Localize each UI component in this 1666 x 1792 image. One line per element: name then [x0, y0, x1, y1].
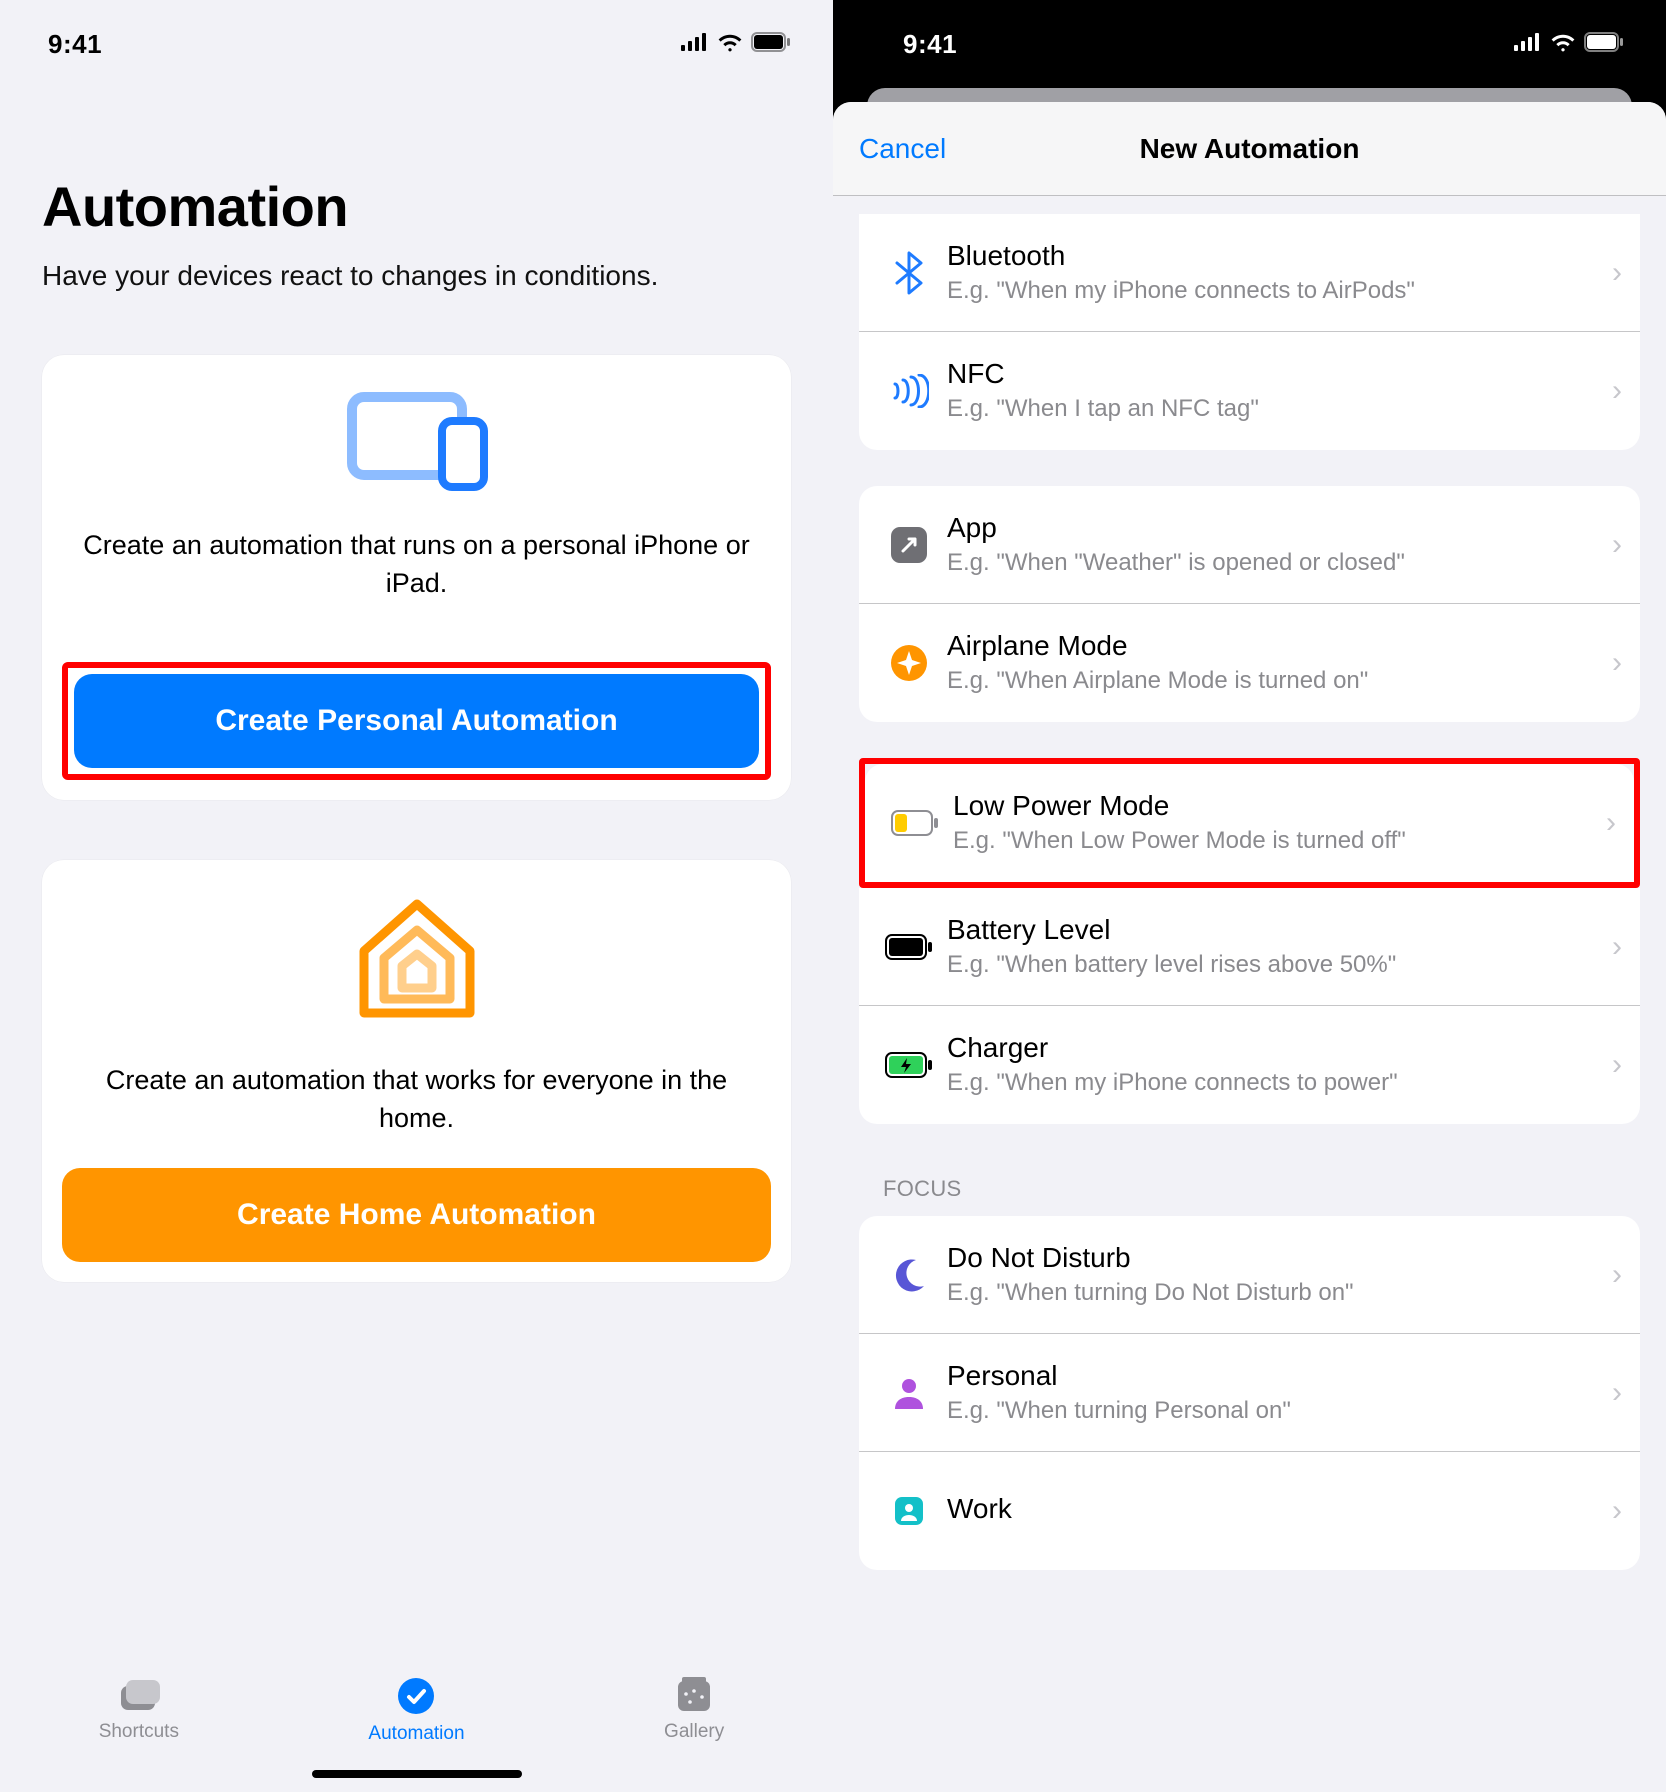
trigger-group-power-rest: Battery Level E.g. "When battery level ri…	[859, 888, 1640, 1124]
tab-automation[interactable]: Automation	[316, 1675, 516, 1745]
home-indicator	[312, 1770, 522, 1778]
page-title: Automation	[42, 174, 791, 239]
trigger-charger[interactable]: Charger E.g. "When my iPhone connects to …	[859, 1006, 1640, 1124]
trigger-work-focus[interactable]: Work ›	[859, 1452, 1640, 1570]
row-desc: E.g. "When Low Power Mode is turned off"	[953, 826, 1606, 856]
wifi-icon	[717, 32, 743, 57]
status-bar: 9:41	[833, 0, 1666, 88]
tab-gallery-label: Gallery	[664, 1721, 724, 1743]
chevron-right-icon: ›	[1606, 806, 1616, 840]
create-personal-automation-button[interactable]: Create Personal Automation	[74, 674, 759, 768]
trigger-group-power-top: Low Power Mode E.g. "When Low Power Mode …	[865, 764, 1634, 882]
cellular-icon	[681, 33, 709, 56]
home-icon	[62, 896, 771, 1026]
page-subtitle: Have your devices react to changes in co…	[42, 257, 791, 295]
chevron-right-icon: ›	[1612, 1258, 1622, 1292]
status-time: 9:41	[903, 29, 957, 60]
row-title: Bluetooth	[947, 240, 1612, 272]
app-icon	[879, 525, 939, 565]
trigger-app[interactable]: App E.g. "When "Weather" is opened or clo…	[859, 486, 1640, 604]
automation-icon	[395, 1675, 437, 1717]
row-desc: E.g. "When turning Personal on"	[947, 1396, 1612, 1426]
trigger-nfc[interactable]: NFC E.g. "When I tap an NFC tag" ›	[859, 332, 1640, 450]
highlight-personal: Create Personal Automation	[62, 662, 771, 780]
chevron-right-icon: ›	[1612, 930, 1622, 964]
row-title: NFC	[947, 358, 1612, 390]
moon-icon	[879, 1256, 939, 1294]
chevron-right-icon: ›	[1612, 646, 1622, 680]
section-header-focus: FOCUS	[883, 1176, 1640, 1202]
chevron-right-icon: ›	[1612, 1494, 1622, 1528]
modal-sheet: Cancel New Automation Bluetooth E.g. "Whe…	[833, 102, 1666, 1792]
row-title: Airplane Mode	[947, 630, 1612, 662]
sheet-header: Cancel New Automation	[833, 102, 1666, 196]
trigger-battery-level[interactable]: Battery Level E.g. "When battery level ri…	[859, 888, 1640, 1006]
row-title: Personal	[947, 1360, 1612, 1392]
tab-gallery[interactable]: Gallery	[594, 1675, 794, 1743]
sheet-title: New Automation	[1140, 133, 1360, 165]
battery-icon	[751, 32, 791, 57]
row-desc: E.g. "When "Weather" is opened or closed…	[947, 548, 1612, 578]
charger-icon	[879, 1052, 939, 1078]
chevron-right-icon: ›	[1612, 1376, 1622, 1410]
row-title: Do Not Disturb	[947, 1242, 1612, 1274]
tab-automation-label: Automation	[368, 1723, 464, 1745]
tab-shortcuts-label: Shortcuts	[99, 1721, 179, 1743]
row-desc: E.g. "When my iPhone connects to power"	[947, 1068, 1612, 1098]
nfc-icon	[879, 374, 939, 408]
trigger-do-not-disturb[interactable]: Do Not Disturb E.g. "When turning Do Not …	[859, 1216, 1640, 1334]
status-bar: 9:41	[0, 0, 833, 88]
chevron-right-icon: ›	[1612, 256, 1622, 290]
chevron-right-icon: ›	[1612, 528, 1622, 562]
cancel-button[interactable]: Cancel	[859, 133, 946, 165]
left-screen: 9:41 Automation Have your devices react …	[0, 0, 833, 1792]
trigger-low-power-mode[interactable]: Low Power Mode E.g. "When Low Power Mode …	[865, 764, 1634, 882]
trigger-airplane-mode[interactable]: Airplane Mode E.g. "When Airplane Mode is…	[859, 604, 1640, 722]
row-desc: E.g. "When I tap an NFC tag"	[947, 394, 1612, 424]
status-time: 9:41	[48, 29, 102, 60]
row-desc: E.g. "When battery level rises above 50%…	[947, 950, 1612, 980]
trigger-bluetooth[interactable]: Bluetooth E.g. "When my iPhone connects t…	[859, 214, 1640, 332]
row-title: Low Power Mode	[953, 790, 1606, 822]
row-title: Work	[947, 1493, 1612, 1525]
row-desc: E.g. "When turning Do Not Disturb on"	[947, 1278, 1612, 1308]
battery-level-icon	[879, 934, 939, 960]
trigger-personal-focus[interactable]: PersonalE.g. "When turning Personal on" …	[859, 1334, 1640, 1452]
row-title: Charger	[947, 1032, 1612, 1064]
row-title: App	[947, 512, 1612, 544]
person-icon	[879, 1375, 939, 1411]
personal-desc: Create an automation that runs on a pers…	[62, 527, 771, 633]
wifi-icon	[1550, 32, 1576, 57]
home-automation-card: Create an automation that works for ever…	[42, 860, 791, 1282]
bluetooth-icon	[879, 251, 939, 295]
battery-icon	[1584, 32, 1624, 57]
trigger-group-focus: Do Not Disturb E.g. "When turning Do Not …	[859, 1216, 1640, 1570]
devices-icon	[62, 391, 771, 491]
low-power-icon	[885, 810, 945, 836]
trigger-group-app: App E.g. "When "Weather" is opened or clo…	[859, 486, 1640, 722]
row-title: Battery Level	[947, 914, 1612, 946]
work-icon	[879, 1493, 939, 1529]
airplane-icon	[879, 643, 939, 683]
right-screen: 9:41 Cancel New Automation Bluetooth E.g.…	[833, 0, 1666, 1792]
gallery-icon	[672, 1675, 716, 1715]
row-desc: E.g. "When Airplane Mode is turned on"	[947, 666, 1612, 696]
chevron-right-icon: ›	[1612, 1048, 1622, 1082]
home-desc: Create an automation that works for ever…	[62, 1062, 771, 1168]
personal-automation-card: Create an automation that runs on a pers…	[42, 355, 791, 801]
chevron-right-icon: ›	[1612, 374, 1622, 408]
cellular-icon	[1514, 33, 1542, 56]
tab-shortcuts[interactable]: Shortcuts	[39, 1675, 239, 1743]
highlight-low-power: Low Power Mode E.g. "When Low Power Mode …	[859, 758, 1640, 888]
create-home-automation-button[interactable]: Create Home Automation	[62, 1168, 771, 1262]
trigger-group-connectivity: Bluetooth E.g. "When my iPhone connects t…	[859, 214, 1640, 450]
row-desc: E.g. "When my iPhone connects to AirPods…	[947, 276, 1612, 306]
shortcuts-icon	[117, 1675, 161, 1715]
